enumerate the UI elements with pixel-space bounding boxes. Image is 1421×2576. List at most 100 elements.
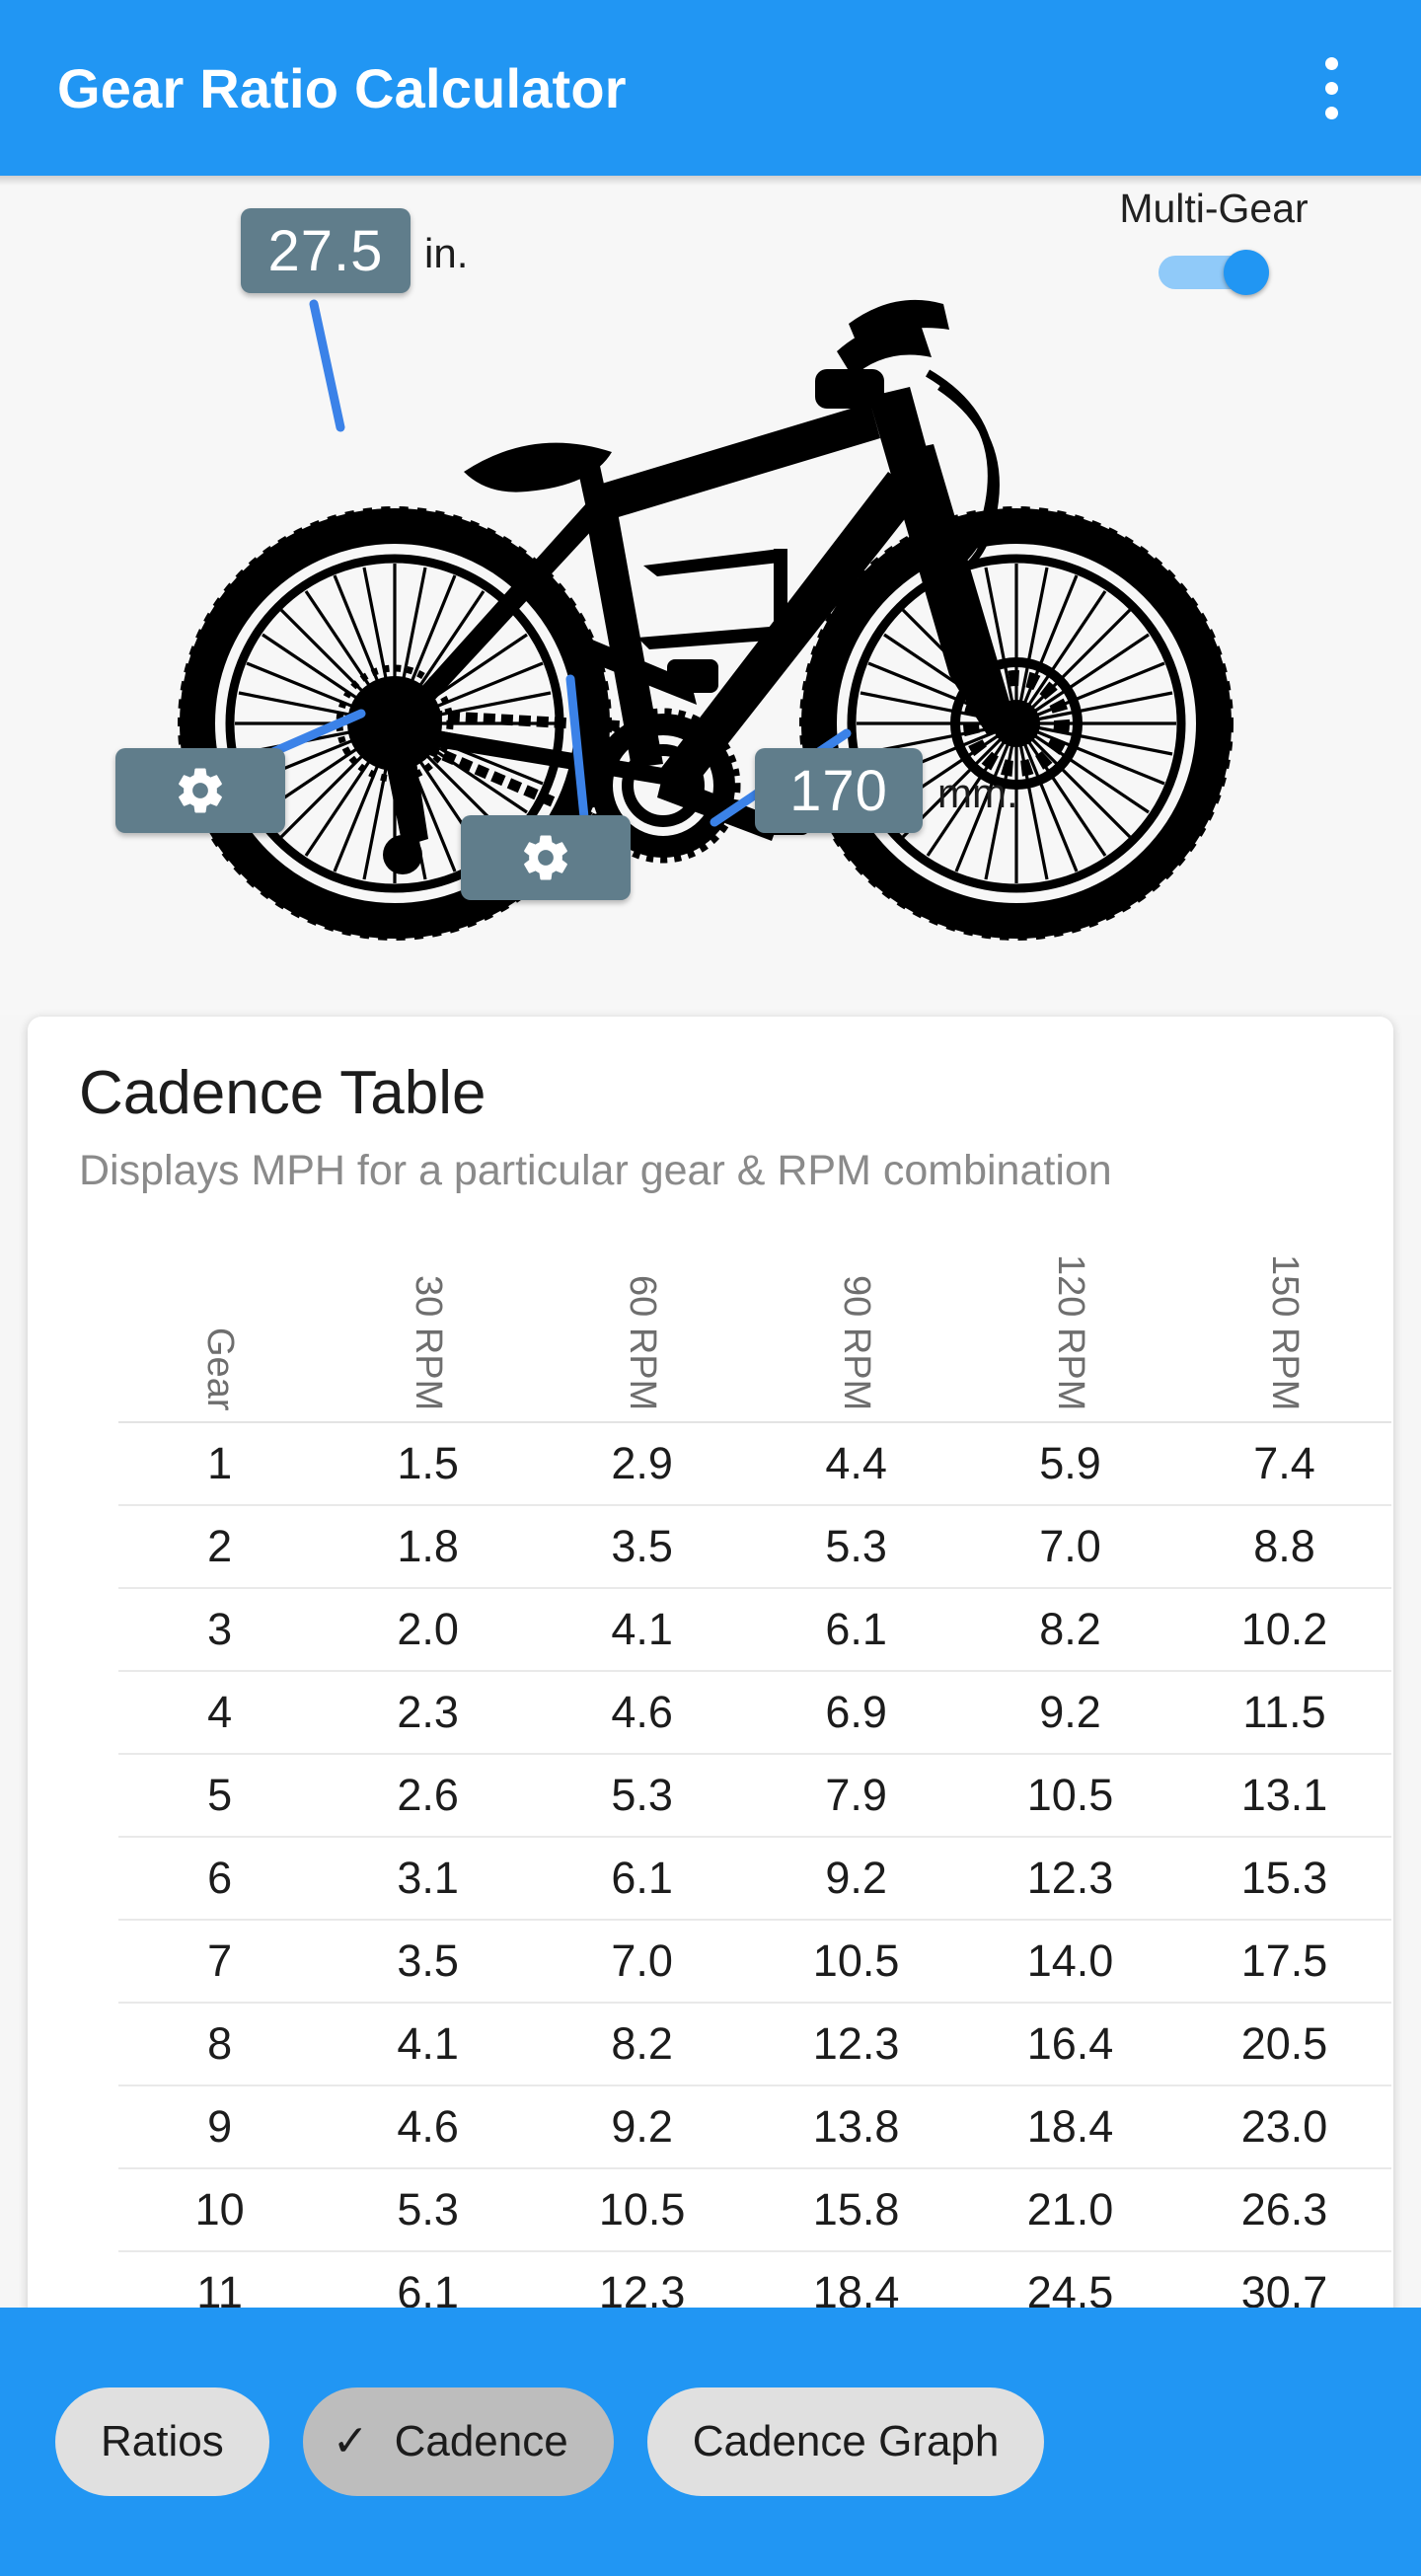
column-header: 90 RPM [749, 1219, 964, 1423]
mph-cell: 4.4 [749, 1421, 964, 1506]
gear-number-cell: 6 [118, 1836, 322, 1921]
mph-cell: 17.5 [1177, 1919, 1391, 2004]
gear-number-cell: 1 [118, 1421, 322, 1506]
mph-cell: 1.5 [321, 1421, 536, 1506]
mph-cell: 9.2 [535, 2084, 750, 2169]
mph-cell: 6.1 [535, 1836, 750, 1921]
mph-cell: 10.5 [535, 2167, 750, 2252]
mph-cell: 5.9 [963, 1421, 1178, 1506]
tab-cadence-graph[interactable]: Cadence Graph [646, 2387, 1045, 2496]
mph-cell: 4.6 [321, 2084, 536, 2169]
table-header: Gear 30 RPM 60 RPM 90 RPM 120 RPM 150 RPM [118, 1219, 1391, 1423]
mph-cell: 20.5 [1177, 2002, 1391, 2086]
mph-cell: 13.1 [1177, 1753, 1391, 1838]
tab-ratios[interactable]: Ratios [55, 2387, 269, 2496]
mph-cell: 23.0 [1177, 2084, 1391, 2169]
column-header-label: Gear [199, 1327, 242, 1411]
page-title: Gear Ratio Calculator [57, 56, 627, 119]
table-row: 7 3.5 7.0 10.5 14.0 17.5 [118, 1919, 1391, 2004]
gear-number-cell: 5 [118, 1753, 322, 1838]
table-row: 6 3.1 6.1 9.2 12.3 15.3 [118, 1836, 1391, 1921]
card-title: Cadence Table [79, 1059, 486, 1127]
mph-cell: 8.2 [963, 1587, 1178, 1672]
column-header: 60 RPM [535, 1219, 750, 1423]
column-header-label: 60 RPM [622, 1275, 664, 1411]
mph-cell: 18.4 [963, 2084, 1178, 2169]
multi-gear-toggle[interactable] [1159, 250, 1269, 295]
mph-cell: 15.8 [749, 2167, 964, 2252]
mph-cell: 10.5 [963, 1753, 1178, 1838]
mph-cell: 2.0 [321, 1587, 536, 1672]
more-vert-dot [1324, 106, 1338, 119]
crank-length-button[interactable]: 170 [755, 748, 923, 833]
check-icon: ✓ [332, 2417, 369, 2465]
bottom-tab-bar: Ratios ✓ Cadence Cadence Graph [0, 2308, 1421, 2576]
mph-cell: 3.5 [535, 1504, 750, 1589]
toggle-thumb [1224, 250, 1269, 295]
table-body: 1 1.5 2.9 4.4 5.9 7.4 2 1.8 3.5 5.3 7.0 8.8 3 2.0 4.1 6… [118, 1421, 1391, 2339]
table-row: 5 2.6 5.3 7.9 10.5 13.1 [118, 1753, 1391, 1838]
table-row: 9 4.6 9.2 13.8 18.4 23.0 [118, 2084, 1391, 2169]
mph-cell: 7.4 [1177, 1421, 1391, 1506]
mph-cell: 8.2 [535, 2002, 750, 2086]
gear-number-cell: 9 [118, 2084, 322, 2169]
table-row: 8 4.1 8.2 12.3 16.4 20.5 [118, 2002, 1391, 2086]
column-header: 120 RPM [963, 1219, 1178, 1423]
mph-cell: 3.5 [321, 1919, 536, 2004]
gear-number-cell: 7 [118, 1919, 322, 2004]
cadence-table-card: Cadence Table Displays MPH for a particu… [28, 1017, 1393, 2339]
table-row: 3 2.0 4.1 6.1 8.2 10.2 [118, 1587, 1391, 1672]
tab-cadence-graph-label: Cadence Graph [692, 2417, 1000, 2465]
mph-cell: 21.0 [963, 2167, 1178, 2252]
mph-cell: 6.1 [749, 1587, 964, 1672]
mph-cell: 6.9 [749, 1670, 964, 1755]
mph-cell: 14.0 [963, 1919, 1178, 2004]
gear-number-cell: 3 [118, 1587, 322, 1672]
bicycle-illustration [178, 299, 1234, 941]
table-row: 10 5.3 10.5 15.8 21.0 26.3 [118, 2167, 1391, 2252]
wheel-size-button[interactable]: 27.5 [241, 208, 411, 293]
gear-number-cell: 10 [118, 2167, 322, 2252]
gear-number-cell: 4 [118, 1670, 322, 1755]
chainring-settings-button[interactable] [461, 815, 631, 900]
gear-number-cell: 8 [118, 2002, 322, 2086]
wheel-size-unit: in. [424, 230, 469, 276]
mph-cell: 5.3 [321, 2167, 536, 2252]
more-vert-icon[interactable] [1297, 42, 1366, 133]
gear-icon [179, 768, 222, 813]
mph-cell: 4.1 [535, 1587, 750, 1672]
cassette-settings-button[interactable] [115, 748, 285, 833]
mph-cell: 11.5 [1177, 1670, 1391, 1755]
column-header: Gear [118, 1219, 322, 1423]
mph-cell: 26.3 [1177, 2167, 1391, 2252]
table-row: 1 1.5 2.9 4.4 5.9 7.4 [118, 1421, 1391, 1506]
table-row: 4 2.3 4.6 6.9 9.2 11.5 [118, 1670, 1391, 1755]
column-header: 30 RPM [321, 1219, 536, 1423]
mph-cell: 2.9 [535, 1421, 750, 1506]
mph-cell: 10.2 [1177, 1587, 1391, 1672]
mph-cell: 2.3 [321, 1670, 536, 1755]
column-header: 150 RPM [1177, 1219, 1391, 1423]
app-bar: Gear Ratio Calculator [0, 0, 1421, 176]
app-screen: Gear Ratio Calculator Multi-Gear 27.5 in… [0, 0, 1421, 2576]
tab-cadence[interactable]: ✓ Cadence [302, 2387, 614, 2496]
card-subtitle: Displays MPH for a particular gear & RPM… [79, 1147, 1112, 1194]
table-row: 2 1.8 3.5 5.3 7.0 8.8 [118, 1504, 1391, 1589]
column-header-label: 120 RPM [1050, 1254, 1092, 1411]
mph-cell: 12.3 [963, 1836, 1178, 1921]
mph-cell: 7.0 [535, 1919, 750, 2004]
cadence-table: Gear 30 RPM 60 RPM 90 RPM 120 RPM 150 RPM 1 1.… [118, 1219, 1391, 2339]
mph-cell: 4.6 [535, 1670, 750, 1755]
crank-length-unit: mm. [937, 770, 1018, 816]
mph-cell: 12.3 [749, 2002, 964, 2086]
mph-cell: 1.8 [321, 1504, 536, 1589]
multi-gear-control: Multi-Gear [1066, 186, 1362, 295]
mph-cell: 15.3 [1177, 1836, 1391, 1921]
bike-diagram-panel: Multi-Gear 27.5 in. 170 mm. [0, 176, 1421, 1015]
mph-cell: 5.3 [749, 1504, 964, 1589]
more-vert-dot [1324, 81, 1338, 95]
mph-cell: 2.6 [321, 1753, 536, 1838]
mph-cell: 7.9 [749, 1753, 964, 1838]
mph-cell: 5.3 [535, 1753, 750, 1838]
mph-cell: 3.1 [321, 1836, 536, 1921]
